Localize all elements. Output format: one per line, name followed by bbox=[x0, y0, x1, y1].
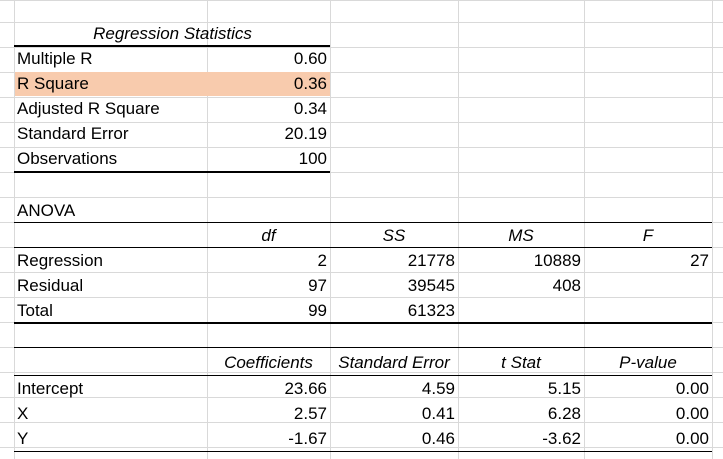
anova-cell-df: 99 bbox=[308, 301, 327, 320]
coef-header-standard-error: Standard Error bbox=[338, 353, 450, 372]
anova-cell-ss: 39545 bbox=[407, 276, 455, 295]
coef-cell-t-stat: -3.62 bbox=[542, 429, 581, 448]
anova-row-label: Regression bbox=[17, 251, 103, 270]
anova-cell-f: 27 bbox=[690, 251, 709, 270]
coef-cell-standard-error: 4.59 bbox=[421, 379, 455, 398]
table-border bbox=[14, 171, 330, 173]
coef-cell-coefficient: 23.66 bbox=[284, 379, 327, 398]
gridline bbox=[712, 0, 713, 459]
stat-label-standard-error: Standard Error bbox=[17, 124, 129, 143]
stat-label-observations: Observations bbox=[17, 149, 118, 168]
table-border bbox=[14, 375, 712, 376]
anova-cell-ms: 408 bbox=[552, 276, 581, 295]
stat-value-adjusted-r-square: 0.34 bbox=[293, 99, 327, 118]
coef-cell-t-stat: 5.15 bbox=[547, 379, 581, 398]
gridline bbox=[0, 197, 723, 198]
coef-header-p-value: P-value bbox=[619, 353, 677, 372]
coef-header-t-stat: t Stat bbox=[501, 353, 541, 372]
coef-cell-coefficient: 2.57 bbox=[293, 404, 327, 423]
coef-row-label: Y bbox=[17, 429, 29, 448]
coef-cell-standard-error: 0.41 bbox=[421, 404, 455, 423]
table-border bbox=[14, 347, 712, 348]
anova-cell-ms: 10889 bbox=[533, 251, 581, 270]
anova-header-ms: MS bbox=[508, 226, 534, 245]
coef-cell-p-value: 0.00 bbox=[675, 404, 709, 423]
table-border bbox=[14, 322, 712, 324]
coef-cell-p-value: 0.00 bbox=[675, 379, 709, 398]
coef-header-coefficients: Coefficients bbox=[224, 353, 313, 372]
table-border bbox=[14, 247, 712, 248]
anova-row-label: Residual bbox=[17, 276, 84, 295]
stat-value-standard-error: 20.19 bbox=[284, 124, 327, 143]
regression-statistics-title: Regression Statistics bbox=[93, 24, 252, 43]
stat-value-observations: 100 bbox=[298, 149, 327, 168]
stat-label-r-square: R Square bbox=[17, 74, 89, 93]
anova-title: ANOVA bbox=[17, 201, 76, 220]
table-border bbox=[14, 222, 712, 223]
coef-cell-t-stat: 6.28 bbox=[547, 404, 581, 423]
coef-row-label: Intercept bbox=[17, 379, 84, 398]
gridline bbox=[0, 0, 723, 1]
anova-cell-ss: 61323 bbox=[407, 301, 455, 320]
spreadsheet-grid: Regression Statistics Multiple R 0.60 R … bbox=[0, 0, 723, 459]
coef-cell-standard-error: 0.46 bbox=[421, 429, 455, 448]
table-border bbox=[14, 451, 712, 452]
anova-cell-ss: 21778 bbox=[407, 251, 455, 270]
anova-header-f: F bbox=[642, 226, 654, 245]
coef-cell-p-value: 0.00 bbox=[675, 429, 709, 448]
anova-cell-df: 2 bbox=[317, 251, 327, 270]
stat-value-multiple-r: 0.60 bbox=[293, 49, 327, 68]
anova-header-ss: SS bbox=[382, 226, 406, 245]
anova-cell-df: 97 bbox=[308, 276, 327, 295]
stat-value-r-square: 0.36 bbox=[293, 74, 327, 93]
coef-cell-coefficient: -1.67 bbox=[288, 429, 327, 448]
coef-row-label: X bbox=[17, 404, 29, 423]
anova-header-df: df bbox=[261, 226, 276, 245]
stat-label-adjusted-r-square: Adjusted R Square bbox=[17, 99, 160, 118]
anova-row-label: Total bbox=[17, 301, 53, 320]
stat-label-multiple-r: Multiple R bbox=[17, 49, 93, 68]
